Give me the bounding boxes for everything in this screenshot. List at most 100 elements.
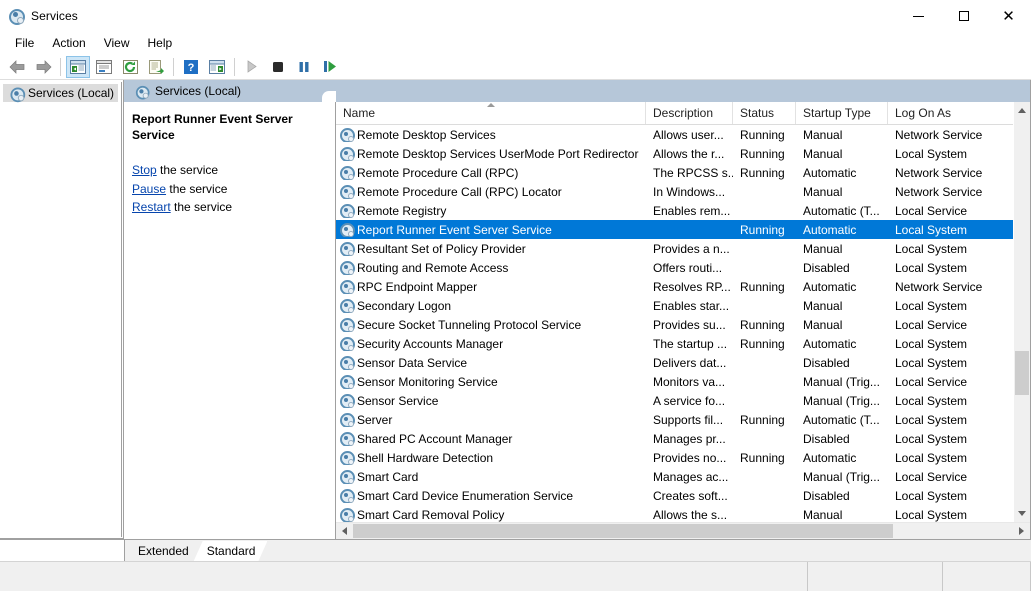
minimize-button[interactable] [896,0,941,32]
sort-ascending-icon [486,103,495,107]
table-row[interactable]: Sensor Monitoring Service Monitors va... M… [336,372,1013,391]
table-row[interactable]: Report Runner Event Server Service Runnin… [336,220,1013,239]
caret-down-icon [1018,511,1026,516]
table-row[interactable]: Resultant Set of Policy Provider Provides… [336,239,1013,258]
cell-description: Resolves RP... [653,279,731,294]
mmc-tab-services-local[interactable]: Services (Local) [124,80,254,102]
vertical-scrollbar[interactable] [1013,102,1030,522]
cell-service-name: Remote Desktop Services UserMode Port Re… [336,147,646,161]
cell-description: Offers routi... [653,260,723,275]
table-row[interactable]: Smart Card Device Enumeration Service Cre… [336,486,1013,505]
table-row[interactable]: Secondary Logon Enables star... Manual Loca… [336,296,1013,315]
menu-file[interactable]: File [6,33,43,53]
cell-log-on-as: Local Service [895,203,968,218]
close-button[interactable]: ✕ [986,0,1031,32]
stop-service-link[interactable]: Stop [132,163,157,177]
menu-view[interactable]: View [95,33,139,53]
table-row[interactable]: Sensor Data Service Delivers dat... Disabl… [336,353,1013,372]
service-name-label: Secure Socket Tunneling Protocol Service [357,317,582,332]
cell-log-on-as: Local System [895,260,968,275]
table-row[interactable]: Shared PC Account Manager Manages pr... Di… [336,429,1013,448]
table-row[interactable]: Server Supports fil... Running Automatic (T… [336,410,1013,429]
table-row[interactable]: Remote Desktop Services UserMode Port Re… [336,144,1013,163]
properties-button[interactable] [92,56,116,78]
list-header-row: Name Description Status Startup Type Log… [336,102,1013,125]
cell-description: Allows the r... [653,146,725,161]
column-header-startup-type[interactable]: Startup Type [796,102,888,124]
start-service-button[interactable] [240,56,264,78]
pause-service-link[interactable]: Pause [132,182,166,196]
table-row[interactable]: Secure Socket Tunneling Protocol Service… [336,315,1013,334]
forward-button[interactable] [31,56,55,78]
table-row[interactable]: Remote Procedure Call (RPC) The RPCSS s..… [336,163,1013,182]
table-row[interactable]: Remote Registry Enables rem... Automatic (… [336,201,1013,220]
tree-node-services-local[interactable]: Services (Local) [3,84,119,103]
cell-startup-type: Disabled [803,488,850,503]
table-row[interactable]: Sensor Service A service fo... Manual (Tri… [336,391,1013,410]
scroll-left-button[interactable] [336,523,353,539]
tab-standard[interactable]: Standard [194,541,268,561]
show-action-pane-button[interactable] [205,56,229,78]
cell-service-name: Report Runner Event Server Service [336,223,646,237]
cell-description: Manages ac... [653,469,729,484]
horizontal-scrollbar[interactable] [336,522,1030,539]
service-gear-icon [340,185,355,199]
arrow-right-icon [36,59,51,74]
vertical-scroll-thumb[interactable] [1015,351,1029,395]
tab-extended[interactable]: Extended [125,541,201,561]
status-bar-middle-pane [808,562,943,591]
scroll-right-button[interactable] [1013,523,1030,539]
table-row[interactable]: Remote Procedure Call (RPC) Locator In Wi… [336,182,1013,201]
status-bar [0,561,1031,591]
restart-service-button[interactable] [318,56,342,78]
column-header-description[interactable]: Description [646,102,733,124]
cell-description: The startup ... [653,336,728,351]
service-gear-icon [340,508,355,522]
menu-action[interactable]: Action [43,33,94,53]
table-row[interactable]: RPC Endpoint Mapper Resolves RP... Running… [336,277,1013,296]
table-row[interactable]: Smart Card Removal Policy Allows the s...… [336,505,1013,522]
cell-service-name: Routing and Remote Access [336,261,646,275]
help-button[interactable]: ? [179,56,203,78]
cell-log-on-as: Network Service [895,165,983,180]
cell-log-on-as: Local System [895,222,968,237]
restart-service-link[interactable]: Restart [132,200,171,214]
show-hide-console-tree-button[interactable] [66,55,90,78]
scroll-up-button[interactable] [1014,102,1030,119]
service-name-label: Remote Desktop Services UserMode Port Re… [357,146,639,161]
cell-log-on-as: Network Service [895,184,983,199]
cell-service-name: Secure Socket Tunneling Protocol Service [336,318,646,332]
table-row[interactable]: Smart Card Manages ac... Manual (Trig... Lo… [336,467,1013,486]
horizontal-scroll-track[interactable] [353,523,1013,539]
table-row[interactable]: Shell Hardware Detection Provides no... Ru… [336,448,1013,467]
table-row[interactable]: Security Accounts Manager The startup ...… [336,334,1013,353]
table-row[interactable]: Remote Desktop Services Allows user... Run… [336,125,1013,144]
cell-startup-type: Manual (Trig... [803,374,880,389]
refresh-button[interactable] [118,56,142,78]
vertical-scroll-track[interactable] [1014,119,1030,505]
column-header-status[interactable]: Status [733,102,796,124]
stop-service-button[interactable] [266,56,290,78]
service-name-label: Remote Procedure Call (RPC) Locator [357,184,562,199]
cell-status: Running [740,279,785,294]
column-header-name[interactable]: Name [336,102,646,124]
cell-startup-type: Automatic [803,165,857,180]
back-button[interactable] [5,56,29,78]
column-header-status-label: Status [740,106,775,120]
cell-status: Running [740,146,785,161]
cell-log-on-as: Local System [895,450,968,465]
pause-service-suffix: the service [166,181,228,196]
help-question-icon: ? [184,59,198,74]
menu-help[interactable]: Help [139,33,182,53]
cell-service-name: Server [336,413,646,427]
scroll-down-button[interactable] [1014,505,1030,522]
column-header-log-on-as[interactable]: Log On As [888,102,1002,124]
horizontal-scroll-thumb[interactable] [353,524,893,538]
pause-service-button[interactable] [292,56,316,78]
service-name-label: Sensor Service [357,393,439,408]
cell-log-on-as: Local System [895,355,968,370]
maximize-button[interactable] [941,0,986,32]
export-list-button[interactable] [144,56,168,78]
table-row[interactable]: Routing and Remote Access Offers routi...… [336,258,1013,277]
service-name-label: Resultant Set of Policy Provider [357,241,526,256]
